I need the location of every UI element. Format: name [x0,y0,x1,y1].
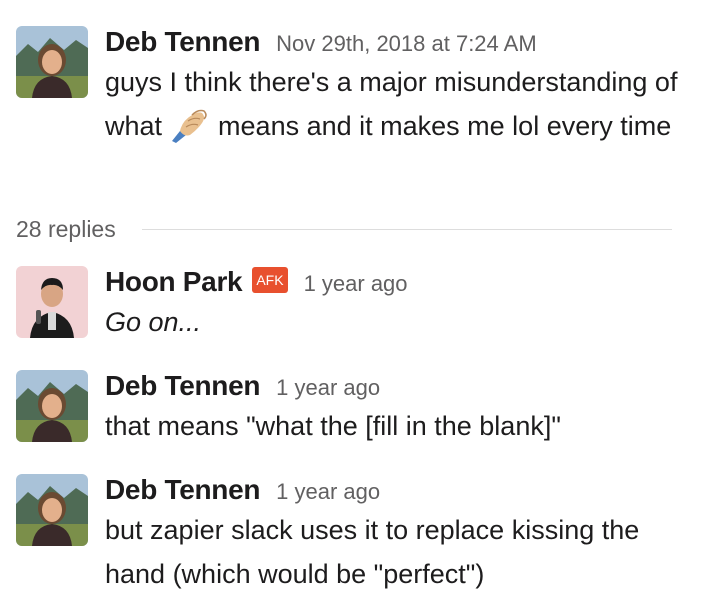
thread-replies-row: 28 replies [16,214,672,244]
message-timestamp[interactable]: 1 year ago [276,375,380,401]
pinched-fingers-emoji-icon [172,109,207,143]
message-text: guys I think there's a major misundersta… [105,60,684,148]
avatar-image [16,474,88,546]
afk-status-badge: AFK [252,267,288,293]
avatar-deb-tennen[interactable] [16,370,88,442]
thread-divider [141,228,672,230]
message-text: Go on... [105,307,202,337]
author-name[interactable]: Deb Tennen [105,26,260,58]
message-timestamp[interactable]: 1 year ago [304,271,408,297]
avatar-image [16,266,88,338]
author-name[interactable]: Deb Tennen [105,370,260,402]
author-name[interactable]: Deb Tennen [105,474,260,506]
avatar-deb-tennen[interactable] [16,26,88,98]
avatar-hoon-park[interactable] [16,266,88,338]
message-timestamp[interactable]: Nov 29th, 2018 at 7:24 AM [276,31,537,57]
author-name[interactable]: Hoon Park [105,266,243,298]
avatar-image [16,26,88,98]
message-text-part2: means and it makes me lol every time [218,111,672,141]
avatar-deb-tennen[interactable] [16,474,88,546]
message-timestamp[interactable]: 1 year ago [276,479,380,505]
replies-count-link[interactable]: 28 replies [16,216,116,243]
message-text: but zapier slack uses it to replace kiss… [105,515,640,589]
message-text: that means "what the [fill in the blank]… [105,411,561,441]
avatar-image [16,370,88,442]
